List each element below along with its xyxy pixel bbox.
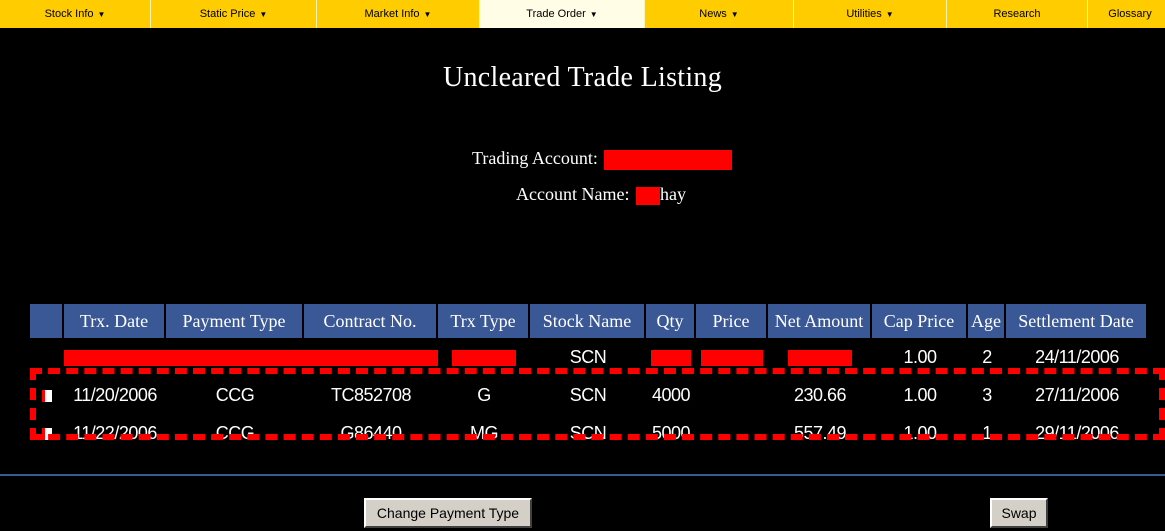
cell-cap: 1.00 [903,384,937,405]
row-select-cell [30,385,64,406]
cell-age: 2 [982,346,992,367]
trading-account-label: Trading Account: [472,148,598,168]
cell-qty: 5000 [651,422,691,443]
redacted-value [452,349,516,366]
menu-item-trade-order[interactable]: Trade Order ▼ [480,0,645,28]
dropdown-caret-icon: ▼ [885,9,894,19]
redacted-account-name [635,186,660,205]
redacted-value [701,349,763,366]
cell-cap: 1.00 [903,346,937,367]
cell-stock: SCN [569,384,607,405]
cell-contract: G86440 [340,422,402,443]
dropdown-caret-icon: ▼ [589,9,598,19]
column-header-payment-type: Payment Type [166,304,304,338]
account-name-value: hay [659,184,686,204]
column-header-trx-type: Trx Type [438,304,530,338]
cell-date: 11/22/2006 [73,422,157,443]
table-row: SCN 1.00 2 24/11/2006 [30,338,1160,376]
menu-item-label: Trade Order [526,8,586,20]
redacted-value [651,349,691,366]
menu-item-stock-info[interactable]: Stock Info ▼ [0,0,151,28]
cell-age: 1 [982,422,992,443]
cell-cap: 1.00 [903,422,937,443]
cell-payment: CCG [215,422,255,443]
cell-qty [646,347,696,368]
column-header-net-amount: Net Amount [768,304,872,338]
column-header-stock-name: Stock Name [530,304,646,338]
cell-date: 11/20/2006 [73,384,157,405]
menu-item-label: Stock Info [44,8,94,20]
cell-date [64,347,166,368]
cell-stock: SCN [569,422,607,443]
cell-settlement: 24/11/2006 [1035,346,1119,367]
column-header-cap-price: Cap Price [872,304,968,338]
dropdown-caret-icon: ▼ [259,9,268,19]
header-select-cell [30,304,64,338]
menu-item-utilities[interactable]: Utilities ▼ [794,0,947,28]
menu-item-label: Glossary [1108,8,1152,20]
cell-net: 230.66 [793,384,847,405]
redacted-value [166,349,304,366]
page-title: Uncleared Trade Listing [442,62,723,93]
cell-stock: SCN [569,346,607,367]
column-header-age: Age [968,304,1006,338]
cell-price [696,347,768,368]
cell-trx-type: G [477,384,491,405]
cell-payment: CCG [215,384,255,405]
table-header: Trx. Date Payment Type Contract No. Trx Typ… [30,304,1160,338]
menu-item-label: Static Price [199,8,256,20]
section-divider [0,474,1165,476]
cell-trx-type [438,347,530,368]
dropdown-caret-icon: ▼ [423,9,432,19]
change-payment-type-button[interactable]: Change Payment Type [364,498,532,528]
top-menu-bar: Stock Info ▼ Static Price ▼ Market Info ▼ Trad… [0,0,1165,30]
column-header-trx-date: Trx. Date [64,304,166,338]
table-row: 11/22/2006 CCG G86440 MG SCN 5000 557.49 1.00 1 2… [30,414,1160,452]
account-name-line: Account Name: hay [516,184,686,205]
redacted-account-number [604,149,733,170]
table-row: 11/20/2006 CCG TC852708 G SCN 4000 230.66 1.00 3… [30,376,1160,414]
menu-item-label: News [699,8,727,20]
dropdown-caret-icon: ▼ [97,9,106,19]
cell-net [768,347,872,368]
cell-qty: 4000 [651,384,691,405]
cell-settlement: 27/11/2006 [1035,384,1119,405]
redacted-value [304,349,438,366]
column-header-qty: Qty [646,304,696,338]
trade-table: Trx. Date Payment Type Contract No. Trx Typ… [30,304,1160,452]
cell-settlement: 29/11/2006 [1035,422,1119,443]
row-checkbox[interactable] [42,389,52,402]
dropdown-caret-icon: ▼ [730,9,739,19]
column-header-settlement-date: Settlement Date [1006,304,1148,338]
menu-item-label: Market Info [364,8,420,20]
column-header-price: Price [696,304,768,338]
menu-item-label: Research [993,8,1041,20]
swap-button[interactable]: Swap [990,498,1048,528]
cell-net: 557.49 [793,422,847,443]
account-name-label: Account Name: [516,184,630,204]
menu-item-glossary[interactable]: Glossary [1088,0,1165,28]
row-select-cell [30,423,64,444]
redacted-value [788,349,852,366]
cell-contract: TC852708 [330,384,412,405]
menu-item-label: Utilities [846,8,882,20]
menu-item-research[interactable]: Research [947,0,1088,28]
column-header-contract-no: Contract No. [304,304,438,338]
menu-item-static-price[interactable]: Static Price ▼ [151,0,317,28]
menu-item-market-info[interactable]: Market Info ▼ [317,0,480,28]
table-body: SCN 1.00 2 24/11/2006 11/20/2006 CCG TC852708 G… [30,338,1160,452]
cell-payment [166,347,304,368]
cell-trx-type: MG [470,422,499,443]
cell-contract [304,347,438,368]
redacted-value [64,349,166,366]
cell-age: 3 [982,384,992,405]
menu-item-news[interactable]: News ▼ [645,0,794,28]
row-checkbox[interactable] [42,427,52,440]
trading-account-line: Trading Account: [472,148,733,170]
